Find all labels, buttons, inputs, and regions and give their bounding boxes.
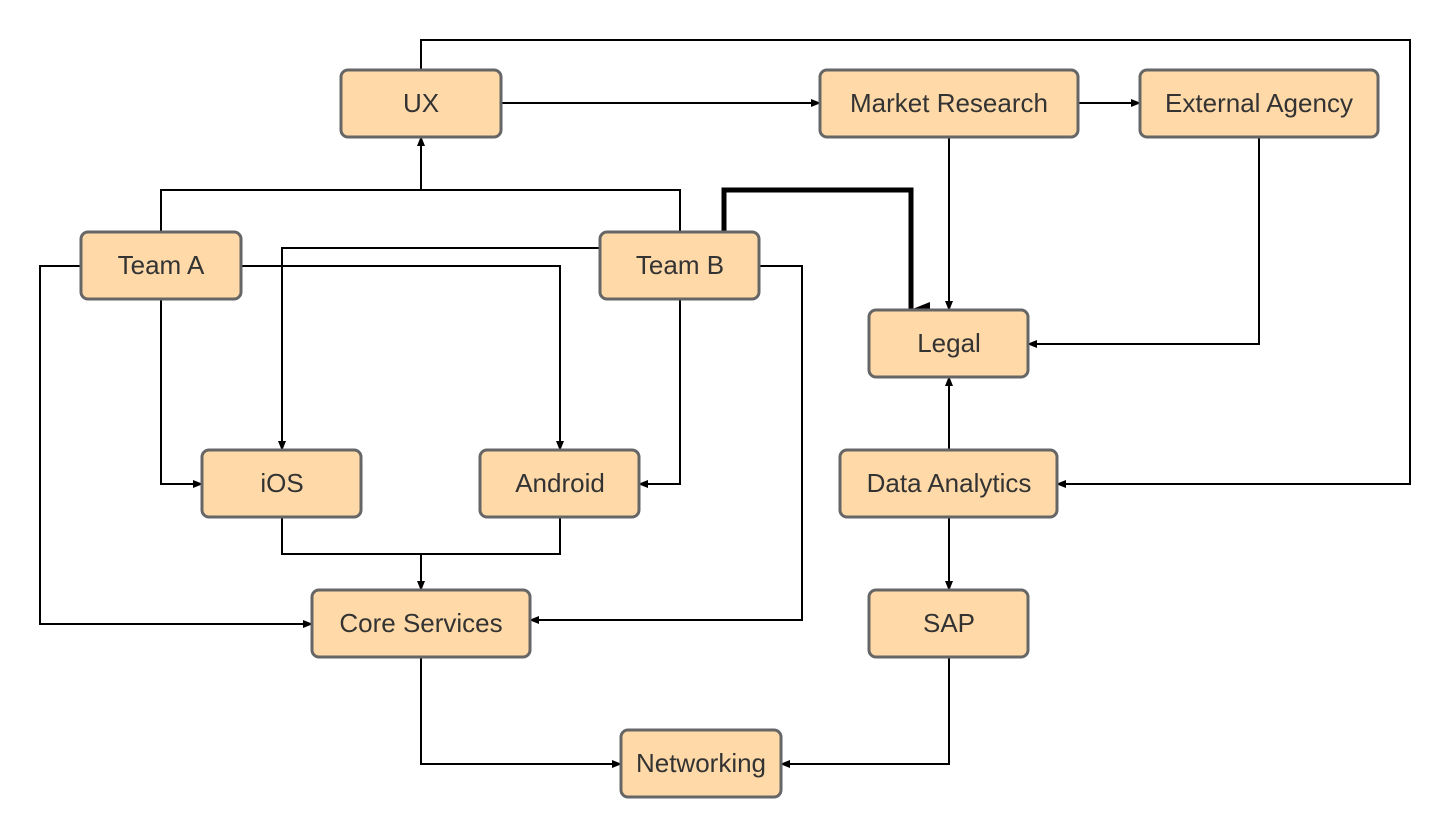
- node-label: Core Services: [339, 608, 502, 638]
- edge-ios-to-core-services: [281, 517, 425, 591]
- node-data-analytics[interactable]: Data Analytics: [838, 448, 1059, 519]
- edge-team-b-to-ux: [421, 189, 681, 232]
- node-label: External Agency: [1165, 88, 1353, 118]
- edge-team-b-to-ios: [278, 247, 600, 451]
- node-label: iOS: [260, 468, 303, 498]
- node-core-services[interactable]: Core Services: [310, 588, 532, 659]
- node-label: Team B: [636, 250, 724, 280]
- node-label: Networking: [636, 748, 766, 778]
- node-ux[interactable]: UX: [339, 68, 503, 139]
- edge-android-to-core-services: [421, 517, 561, 555]
- edge-team-a-to-core-services: [39, 265, 313, 628]
- diagram-canvas: UX Market Research External Agency Team …: [39, 39, 1411, 799]
- node-ios[interactable]: iOS: [200, 448, 363, 519]
- node-label: UX: [403, 88, 439, 118]
- edge-team-b-to-android: [638, 299, 681, 488]
- node-label: Android: [515, 468, 605, 498]
- edge-team-a-to-ios: [160, 299, 203, 488]
- edges: [39, 39, 1411, 768]
- edge-team-a-to-android: [241, 265, 564, 451]
- node-label: Market Research: [850, 88, 1048, 118]
- node-label: Team A: [118, 250, 205, 280]
- edge-external-agency-to-legal: [1027, 137, 1260, 348]
- node-networking[interactable]: Networking: [619, 728, 783, 799]
- node-label: Legal: [917, 328, 981, 358]
- edge-team-b-to-core-services: [529, 265, 803, 624]
- edge-team-a-to-ux: [160, 136, 425, 232]
- node-external-agency[interactable]: External Agency: [1138, 68, 1380, 139]
- node-team-b[interactable]: Team B: [598, 230, 761, 301]
- node-android[interactable]: Android: [478, 448, 641, 519]
- node-team-a[interactable]: Team A: [79, 230, 243, 301]
- node-legal[interactable]: Legal: [867, 308, 1030, 379]
- edge-core-services-to-networking: [420, 657, 622, 768]
- node-sap[interactable]: SAP: [867, 588, 1030, 659]
- node-label: Data Analytics: [867, 468, 1032, 498]
- node-market-research[interactable]: Market Research: [818, 68, 1080, 139]
- edge-sap-to-networking: [780, 657, 950, 768]
- node-label: SAP: [923, 608, 975, 638]
